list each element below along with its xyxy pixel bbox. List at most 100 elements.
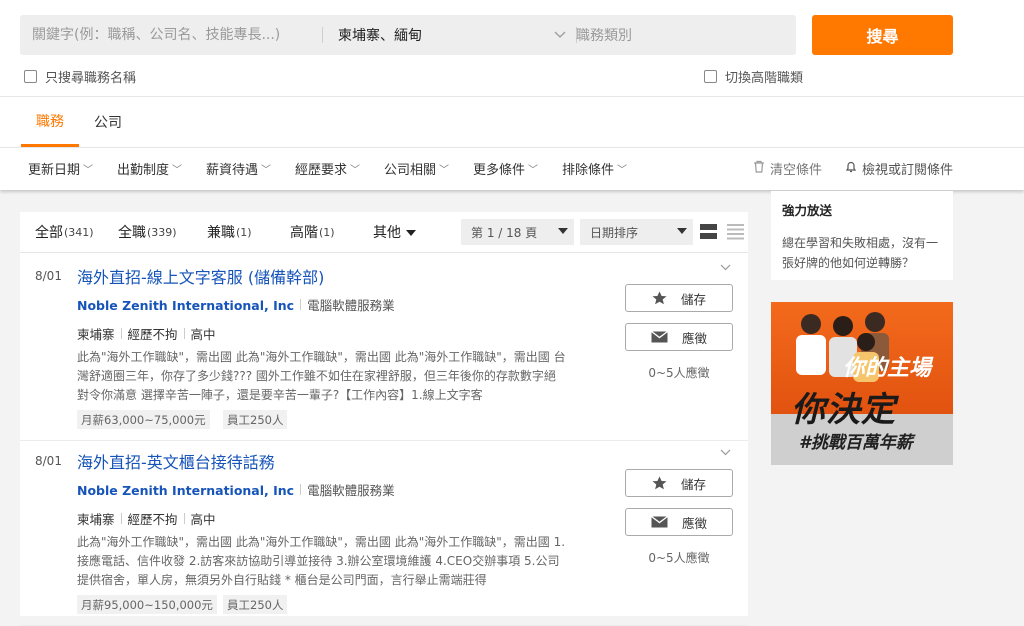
chevron-down-icon[interactable] bbox=[720, 446, 731, 459]
sort-select[interactable]: 日期排序 bbox=[580, 219, 693, 245]
job-meta: 柬埔寨 經歷不拘 高中 bbox=[77, 509, 216, 528]
list-view-icon[interactable] bbox=[700, 223, 717, 244]
job-title-link[interactable]: 海外直招-線上文字客服 (儲備幹部) bbox=[77, 264, 324, 288]
apply-button[interactable]: 應徵 bbox=[625, 508, 733, 536]
company-link[interactable]: Noble Zenith International, Inc bbox=[77, 298, 294, 313]
promo-title: 強力放送 bbox=[782, 203, 833, 218]
clear-filters-label: 清空條件 bbox=[770, 162, 823, 178]
chevron-down-icon: ﹀ bbox=[617, 164, 628, 176]
list-tab-count: (341) bbox=[64, 225, 94, 239]
company-link[interactable]: Noble Zenith International, Inc bbox=[77, 483, 294, 498]
filter-exclude[interactable]: 排除條件 ﹀ bbox=[562, 148, 627, 188]
checkbox-icon bbox=[704, 70, 717, 83]
star-icon bbox=[652, 291, 667, 305]
salary-tag: 月薪95,000~150,000元 bbox=[77, 595, 217, 614]
subscribe-button[interactable]: 檢視或訂閱條件 bbox=[845, 148, 953, 188]
job-education: 高中 bbox=[190, 327, 216, 342]
filter-label: 薪資待遇 bbox=[206, 162, 259, 178]
page-select[interactable]: 第 1 / 18 頁 bbox=[461, 219, 574, 245]
job-meta: 柬埔寨 經歷不拘 高中 bbox=[77, 324, 216, 343]
search-button[interactable]: 搜尋 bbox=[812, 15, 953, 55]
industry: 電腦軟體服務業 bbox=[307, 298, 395, 313]
list-tab-other[interactable]: 其他 bbox=[373, 212, 416, 252]
chevron-down-icon[interactable] bbox=[720, 261, 731, 274]
chevron-down-icon bbox=[554, 28, 566, 42]
only-title-label: 只搜尋職務名稱 bbox=[45, 71, 137, 86]
list-tab-senior[interactable]: 高階 (1) bbox=[290, 212, 335, 252]
category-select[interactable]: 職務類別 bbox=[576, 15, 796, 55]
filter-update-date[interactable]: 更新日期 ﹀ bbox=[28, 148, 93, 188]
filter-salary[interactable]: 薪資待遇 ﹀ bbox=[206, 148, 271, 188]
divider bbox=[322, 27, 323, 43]
switch-senior-checkbox[interactable]: 切換高階職類 bbox=[704, 67, 803, 86]
job-experience: 經歷不拘 bbox=[127, 512, 178, 527]
filter-more[interactable]: 更多條件 ﹀ bbox=[473, 148, 538, 188]
page-select-value: 第 1 / 18 頁 bbox=[471, 225, 538, 240]
job-location: 柬埔寨 bbox=[77, 512, 115, 527]
list-tab-parttime[interactable]: 兼職 (1) bbox=[207, 212, 252, 252]
ad-tagline: #挑戰百萬年薪 bbox=[799, 433, 913, 453]
save-button[interactable]: 儲存 bbox=[625, 284, 733, 312]
save-button[interactable]: 儲存 bbox=[625, 469, 733, 497]
area-select[interactable]: 柬埔寨、緬甸 bbox=[338, 15, 574, 55]
divider bbox=[120, 328, 122, 339]
caret-down-icon bbox=[558, 228, 568, 234]
list-tab-label: 其他 bbox=[373, 225, 401, 241]
list-tab-label: 兼職 bbox=[207, 225, 235, 241]
list-tab-all[interactable]: 全部 (341) bbox=[35, 212, 94, 252]
envelope-icon bbox=[651, 331, 668, 343]
ad-banner[interactable]: 你的主場 你決定 #挑戰百萬年薪 bbox=[771, 302, 953, 465]
promo-card[interactable]: 強力放送 總在學習和失敗相處，沒有一張好牌的他如何逆轉勝？ bbox=[771, 191, 953, 280]
filter-label: 出勤制度 bbox=[117, 162, 170, 178]
star-icon bbox=[652, 476, 667, 490]
filter-company[interactable]: 公司相關 ﹀ bbox=[384, 148, 449, 188]
industry: 電腦軟體服務業 bbox=[307, 483, 395, 498]
staff-tag: 員工250人 bbox=[223, 410, 288, 429]
search-area: 柬埔寨、緬甸 職務類別 搜尋 只搜尋職務名稱 切換高階職類 bbox=[0, 0, 1024, 96]
chevron-down-icon: ﹀ bbox=[528, 164, 539, 176]
filter-label: 更多條件 bbox=[473, 162, 526, 178]
job-date: 8/01 bbox=[35, 454, 62, 468]
divider bbox=[300, 299, 302, 310]
applicant-count: 0~5人應徵 bbox=[648, 366, 710, 380]
applicant-count: 0~5人應徵 bbox=[648, 551, 710, 565]
only-title-checkbox[interactable]: 只搜尋職務名稱 bbox=[24, 67, 136, 86]
filter-label: 排除條件 bbox=[562, 162, 615, 178]
job-list-panel: 全部 (341) 全職 (339) 兼職 (1) 高階 (1) 其他 第 1 / 18 … bbox=[20, 212, 748, 626]
ad-headline: 你的主場 bbox=[843, 356, 932, 381]
job-item: 8/01 海外直招-英文櫃台接待話務 Noble Zenith Internat… bbox=[20, 441, 748, 626]
job-company-row: Noble Zenith International, Inc 電腦軟體服務業 bbox=[77, 480, 395, 499]
list-tab-count: (339) bbox=[147, 225, 177, 239]
clear-filters-button[interactable]: 清空條件 bbox=[753, 148, 822, 188]
result-type-tabs: 職務 公司 bbox=[0, 96, 1024, 148]
chevron-down-icon: ﹀ bbox=[261, 164, 272, 176]
job-title-link[interactable]: 海外直招-英文櫃台接待話務 bbox=[77, 449, 275, 473]
category-placeholder: 職務類別 bbox=[576, 28, 632, 44]
filter-bar: 更新日期 ﹀ 出勤制度 ﹀ 薪資待遇 ﹀ 經歷要求 ﹀ 公司相關 ﹀ 更多條件 ﹀ 排除條件… bbox=[0, 147, 1024, 190]
list-tab-label: 全職 bbox=[118, 225, 146, 241]
chevron-down-icon: ﹀ bbox=[350, 164, 361, 176]
checkbox-icon bbox=[24, 70, 37, 83]
save-label: 儲存 bbox=[680, 291, 706, 307]
filter-experience[interactable]: 經歷要求 ﹀ bbox=[295, 148, 360, 188]
job-item: 8/01 海外直招-線上文字客服 (儲備幹部) Noble Zenith Int… bbox=[20, 256, 748, 441]
tab-companies[interactable]: 公司 bbox=[94, 97, 122, 146]
compact-view-icon[interactable] bbox=[727, 223, 744, 244]
keyword-input[interactable] bbox=[20, 15, 320, 55]
divider bbox=[300, 484, 302, 495]
tab-jobs[interactable]: 職務 bbox=[21, 97, 79, 147]
apply-button[interactable]: 應徵 bbox=[625, 323, 733, 351]
job-description: 此為"海外工作職缺"，需出國 此為"海外工作職缺"，需出國 此為"海外工作職缺"… bbox=[77, 350, 566, 402]
job-education: 高中 bbox=[190, 512, 216, 527]
list-tab-fulltime[interactable]: 全職 (339) bbox=[118, 212, 177, 252]
filter-label: 更新日期 bbox=[28, 162, 81, 178]
divider bbox=[120, 513, 122, 524]
list-tab-label: 全部 bbox=[35, 225, 63, 241]
filter-attendance[interactable]: 出勤制度 ﹀ bbox=[117, 148, 182, 188]
tab-companies-label: 公司 bbox=[94, 114, 122, 131]
list-tab-label: 高階 bbox=[290, 225, 318, 241]
chevron-down-icon: ﹀ bbox=[172, 164, 183, 176]
sort-select-value: 日期排序 bbox=[590, 225, 639, 240]
chevron-down-icon: ﹀ bbox=[83, 164, 94, 176]
list-tab-count: (1) bbox=[319, 225, 335, 239]
